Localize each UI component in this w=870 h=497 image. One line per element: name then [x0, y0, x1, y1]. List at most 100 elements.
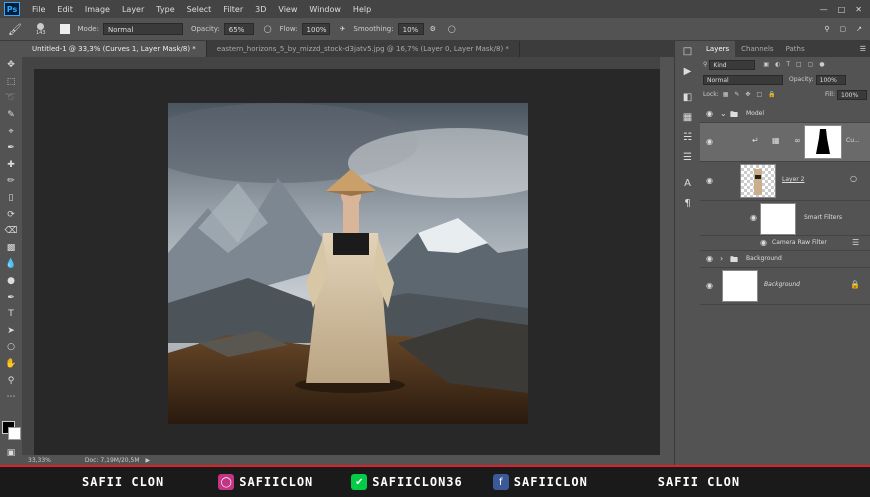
- visibility-eye-icon[interactable]: ◉: [706, 254, 713, 263]
- panel-menu-icon[interactable]: ☰: [860, 41, 870, 57]
- menu-file[interactable]: File: [26, 5, 51, 14]
- menu-select[interactable]: Select: [181, 5, 218, 14]
- layer-mask-thumbnail[interactable]: [804, 125, 842, 159]
- workspace-icon[interactable]: ▢: [840, 25, 847, 33]
- dodge-tool-icon[interactable]: ●: [0, 273, 22, 290]
- mask-link-icon[interactable]: ∞: [794, 136, 801, 145]
- swatches-icon[interactable]: ▦: [675, 107, 700, 127]
- adjustments-icon[interactable]: ◧: [675, 87, 700, 107]
- shape-tool-icon[interactable]: ○: [0, 339, 22, 356]
- artboard-icon[interactable]: □: [756, 91, 762, 98]
- smoothing-field[interactable]: 10%: [397, 23, 424, 35]
- brush-tool-icon[interactable]: ✏: [0, 173, 22, 190]
- menu-filter[interactable]: Filter: [217, 5, 249, 14]
- history-brush-tool-icon[interactable]: ⟳: [0, 206, 22, 223]
- layer-opacity-field[interactable]: 100%: [815, 74, 846, 85]
- menu-type[interactable]: Type: [150, 5, 180, 14]
- maximize-icon[interactable]: □: [838, 5, 846, 14]
- document-size[interactable]: Doc: 7,19M/20,5M: [85, 457, 140, 464]
- visibility-eye-icon[interactable]: ◉: [706, 176, 713, 185]
- healing-brush-tool-icon[interactable]: ✚: [0, 157, 22, 174]
- lasso-tool-icon[interactable]: ➰: [0, 90, 22, 107]
- tab-untitled-1[interactable]: Untitled-1 @ 33,3% (Curves 1, Layer Mask…: [22, 41, 207, 57]
- brush-tool-icon[interactable]: 🖌: [8, 23, 22, 36]
- visibility-eye-icon[interactable]: ◉: [706, 137, 713, 146]
- lock-all-icon[interactable]: 🔒: [768, 91, 775, 98]
- properties-icon[interactable]: ☰: [675, 147, 700, 167]
- visibility-eye-icon[interactable]: ◉: [760, 238, 767, 247]
- lock-transparent-icon[interactable]: ▦: [723, 91, 729, 98]
- layer-group-background[interactable]: ◉ › 🖿 Background: [700, 251, 870, 268]
- smoothing-gear-icon[interactable]: ⚙: [430, 25, 436, 33]
- eraser-tool-icon[interactable]: ⌫: [0, 223, 22, 240]
- zoom-tool-icon[interactable]: ⚲: [0, 372, 22, 389]
- history-icon[interactable]: □: [675, 41, 700, 61]
- airbrush-icon[interactable]: ✈: [340, 25, 346, 33]
- flow-field[interactable]: 100%: [301, 23, 330, 35]
- background-color-swatch[interactable]: [8, 427, 21, 440]
- search-icon[interactable]: ⚲: [824, 25, 829, 33]
- collapse-chevron-icon[interactable]: ›: [720, 254, 723, 263]
- share-icon[interactable]: ↗: [856, 25, 862, 33]
- visibility-eye-icon[interactable]: ◉: [706, 109, 713, 118]
- actions-play-icon[interactable]: ▶: [675, 61, 700, 81]
- tab-channels[interactable]: Channels: [735, 41, 779, 57]
- expand-chevron-icon[interactable]: ⌄: [720, 109, 727, 118]
- menu-layer[interactable]: Layer: [116, 5, 150, 14]
- kind-select[interactable]: Kind: [709, 59, 756, 70]
- layer-background[interactable]: ◉ Background 🔒: [700, 268, 870, 305]
- filter-options-icon[interactable]: ☰: [852, 238, 859, 247]
- filter-pixel-icon[interactable]: ▣: [763, 61, 769, 68]
- pressure-size-icon[interactable]: ◯: [448, 25, 456, 33]
- close-icon[interactable]: ✕: [855, 5, 862, 14]
- layer-group-model[interactable]: ◉ ⌄ 🖿 Model: [700, 106, 870, 123]
- brush-panel-icon[interactable]: [59, 24, 70, 34]
- brush-preset-picker[interactable]: 143: [36, 22, 46, 36]
- tab-paths[interactable]: Paths: [780, 41, 811, 57]
- filter-shape-icon[interactable]: □: [796, 61, 802, 68]
- smart-filter-icon[interactable]: ○: [850, 174, 857, 183]
- canvas-artwork[interactable]: [168, 103, 528, 424]
- zoom-level[interactable]: 33,33%: [28, 457, 51, 464]
- path-selection-tool-icon[interactable]: ➤: [0, 323, 22, 340]
- blur-tool-icon[interactable]: 💧: [0, 256, 22, 273]
- pen-tool-icon[interactable]: ✒: [0, 289, 22, 306]
- pressure-opacity-icon[interactable]: ◯: [264, 25, 272, 33]
- mode-select[interactable]: Normal: [102, 23, 183, 35]
- filter-camera-raw[interactable]: ◉ Camera Raw Filter ☰: [700, 236, 870, 251]
- tab-eastern-horizons[interactable]: eastern_horizons_5_by_mizzd_stock-d3jatv…: [207, 41, 520, 57]
- visibility-eye-icon[interactable]: ◉: [750, 213, 757, 222]
- visibility-eye-icon[interactable]: ◉: [706, 281, 713, 290]
- clone-stamp-tool-icon[interactable]: ▯: [0, 190, 22, 207]
- minimize-icon[interactable]: —: [820, 5, 828, 14]
- quick-select-tool-icon[interactable]: ✎: [0, 107, 22, 124]
- menu-image[interactable]: Image: [79, 5, 116, 14]
- tab-layers[interactable]: Layers: [700, 41, 736, 57]
- hand-tool-icon[interactable]: ✋: [0, 356, 22, 373]
- filter-type-icon[interactable]: T: [786, 61, 790, 68]
- marquee-tool-icon[interactable]: ⬚: [0, 74, 22, 91]
- more-tools-icon[interactable]: ⋯: [0, 389, 22, 406]
- paragraph-icon[interactable]: ¶: [675, 193, 700, 213]
- menu-edit[interactable]: Edit: [51, 5, 79, 14]
- character-icon[interactable]: A: [675, 173, 700, 193]
- smart-filters[interactable]: ◉ Smart Filters: [700, 201, 870, 236]
- eyedropper-tool-icon[interactable]: ✒: [0, 140, 22, 157]
- layer-curves[interactable]: ◉ ↵ ▦ ∞ Cu...: [700, 123, 870, 162]
- status-arrow-icon[interactable]: ▶: [146, 457, 151, 464]
- brush-settings-icon[interactable]: ☵: [675, 127, 700, 147]
- type-tool-icon[interactable]: T: [0, 306, 22, 323]
- lock-position-icon[interactable]: ✥: [745, 91, 750, 98]
- menu-3d[interactable]: 3D: [249, 5, 272, 14]
- filter-toggle-icon[interactable]: ●: [819, 61, 824, 68]
- gradient-tool-icon[interactable]: ▩: [0, 240, 22, 257]
- fill-field[interactable]: 100%: [837, 89, 867, 100]
- filter-smart-object-icon[interactable]: ▢: [808, 61, 814, 68]
- menu-view[interactable]: View: [272, 5, 303, 14]
- menu-help[interactable]: Help: [347, 5, 377, 14]
- layer-2[interactable]: ◉ Layer 2 ○: [700, 162, 870, 201]
- move-tool-icon[interactable]: ✥: [0, 57, 22, 74]
- quick-mask-icon[interactable]: ▣: [0, 445, 22, 462]
- opacity-field[interactable]: 65%: [223, 23, 254, 35]
- filter-adjustment-icon[interactable]: ◐: [775, 61, 780, 68]
